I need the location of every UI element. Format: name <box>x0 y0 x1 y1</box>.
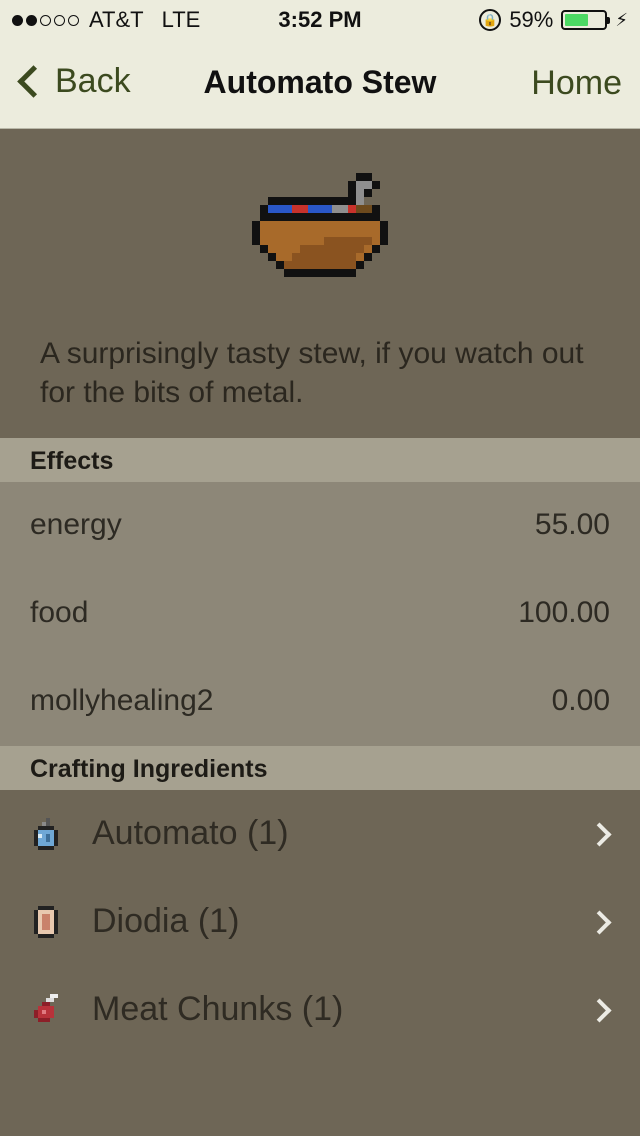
effect-row: energy 55.00 <box>0 482 640 570</box>
effect-value: 0.00 <box>551 684 610 717</box>
top-bar: AT&T LTE 3:52 PM 🔒 59% ⚡ Back Automato S… <box>0 0 640 129</box>
effect-value: 100.00 <box>518 596 610 629</box>
ingredients-list: Automato (1) Diodia (1) Meat Chunks (1) <box>0 790 640 1136</box>
automato-icon <box>34 818 58 850</box>
back-button-label: Back <box>55 62 131 100</box>
effect-name: energy <box>30 508 122 541</box>
battery-fill <box>565 14 588 26</box>
effect-name: food <box>30 596 89 629</box>
effect-name: mollyhealing2 <box>30 684 214 717</box>
item-header: A surprisingly tasty stew, if you watch … <box>0 129 640 438</box>
ingredient-label: Automato (1) <box>92 814 289 852</box>
effect-value: 55.00 <box>534 508 610 541</box>
effect-row: food 100.00 <box>0 570 640 658</box>
ingredient-label: Diodia (1) <box>92 902 240 940</box>
chevron-left-icon <box>17 65 50 98</box>
ingredient-row-meat-chunks[interactable]: Meat Chunks (1) <box>0 966 640 1054</box>
screen: AT&T LTE 3:52 PM 🔒 59% ⚡ Back Automato S… <box>0 0 640 1136</box>
navigation-bar: Back Automato Stew Home <box>0 40 640 128</box>
effects-list: energy 55.00 food 100.00 mollyhealing2 0… <box>0 482 640 746</box>
status-bar: AT&T LTE 3:52 PM 🔒 59% ⚡ <box>0 0 640 40</box>
chevron-right-icon <box>587 910 612 935</box>
status-right: 🔒 59% ⚡ <box>479 7 628 33</box>
ingredient-row-automato[interactable]: Automato (1) <box>0 790 640 878</box>
chevron-right-icon <box>587 998 612 1023</box>
battery-percent: 59% <box>509 7 554 32</box>
effect-row: mollyhealing2 0.00 <box>0 658 640 746</box>
home-button[interactable]: Home <box>531 64 622 103</box>
stew-bowl-icon <box>252 173 388 277</box>
ingredients-section-header: Crafting Ingredients <box>0 746 640 790</box>
item-description: A surprisingly tasty stew, if you watch … <box>40 337 584 409</box>
meat-chunks-icon <box>34 994 58 1022</box>
diodia-icon <box>34 906 58 938</box>
rotation-lock-icon: 🔒 <box>479 9 502 31</box>
back-button[interactable]: Back <box>14 62 131 101</box>
battery-icon <box>561 10 611 30</box>
ingredient-row-diodia[interactable]: Diodia (1) <box>0 878 640 966</box>
charging-bolt-icon: ⚡ <box>615 9 628 30</box>
chevron-right-icon <box>587 822 612 847</box>
effects-section-header: Effects <box>0 438 640 482</box>
ingredient-label: Meat Chunks (1) <box>92 990 344 1028</box>
